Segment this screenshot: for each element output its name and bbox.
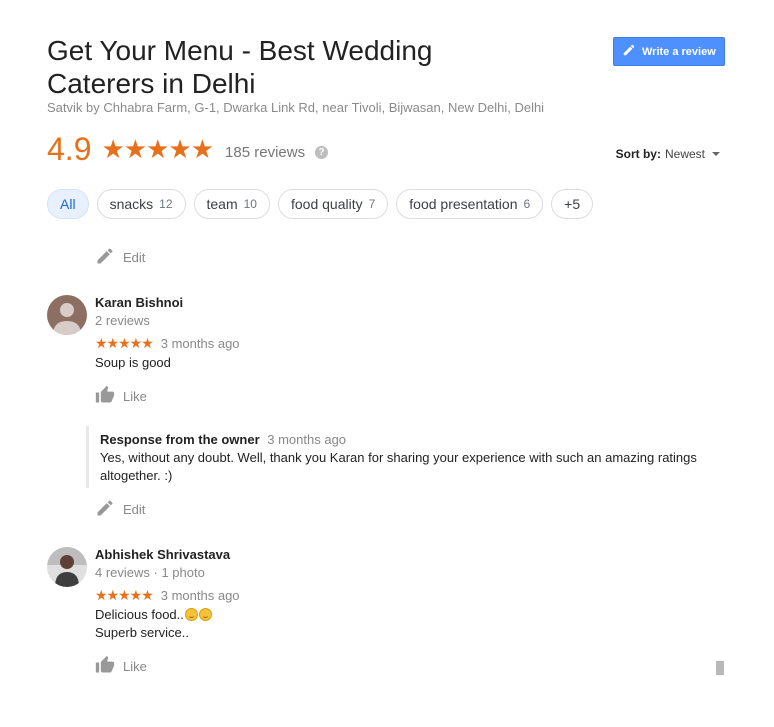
review-count[interactable]: 185 reviews: [225, 144, 305, 161]
place-address: Satvik by Chhabra Farm, G-1, Dwarka Link…: [47, 100, 545, 115]
sort-value: Newest: [664, 147, 705, 161]
edit-button[interactable]: Edit: [95, 246, 145, 269]
topic-chips: All snacks 12 team 10 food quality 7 foo…: [47, 189, 594, 219]
edit-label: Edit: [123, 250, 146, 265]
review-text: Delicious food.. Superb service..: [95, 606, 212, 642]
reviewer-name[interactable]: Karan Bishnoi: [95, 295, 183, 310]
smiley-icon: [198, 608, 212, 621]
reviewer-name[interactable]: Abhishek Shrivastava: [95, 547, 230, 562]
review-rating: ★★★★★ 3 months ago: [95, 587, 240, 604]
chip-all[interactable]: All: [47, 189, 89, 219]
review-stars: ★★★★★: [95, 587, 154, 603]
sort-label: Sort by:: [615, 147, 661, 161]
chip-food-presentation[interactable]: food presentation 6: [396, 189, 544, 219]
chip-label: All: [60, 196, 76, 212]
chip-label: food presentation: [409, 196, 518, 212]
like-label: Like: [123, 659, 147, 674]
review-text: Soup is good: [95, 355, 171, 370]
thumbs-up-icon: [95, 385, 115, 408]
review-rating: ★★★★★ 3 months ago: [95, 335, 240, 352]
owner-response-text: Yes, without any doubt. Well, thank you …: [100, 450, 697, 483]
chip-more[interactable]: +5: [551, 189, 594, 219]
review-text-line: Superb service..: [95, 625, 189, 640]
chip-count: 10: [243, 197, 257, 211]
review-time: 3 months ago: [160, 588, 240, 603]
pencil-icon: [95, 246, 115, 269]
chip-team[interactable]: team 10: [193, 189, 270, 219]
like-label: Like: [123, 389, 147, 404]
pencil-icon: [622, 43, 636, 60]
sort-dropdown[interactable]: Sort by: Newest: [616, 147, 720, 161]
write-review-label: Write a review: [642, 45, 716, 58]
review-text-line: Delicious food..: [95, 607, 184, 622]
chip-count: 7: [368, 197, 376, 211]
review-time: 3 months ago: [160, 336, 240, 351]
owner-response: Response from the owner 3 months ago Yes…: [86, 426, 716, 488]
chevron-down-icon: [712, 152, 720, 156]
like-button[interactable]: Like: [95, 655, 147, 678]
avatar[interactable]: [47, 547, 87, 587]
chip-label: snacks: [109, 196, 154, 212]
chip-snacks[interactable]: snacks 12: [96, 189, 186, 219]
chip-food-quality[interactable]: food quality 7: [277, 189, 389, 219]
avatar[interactable]: [47, 295, 87, 335]
edit-label: Edit: [123, 502, 146, 517]
chip-label: team: [206, 196, 238, 212]
place-title: Get Your Menu - Best Wedding Caterers in…: [47, 35, 433, 99]
chip-label: food quality: [290, 196, 363, 212]
rating-summary: 4.9 ★★★★★ 185 reviews ?: [47, 128, 329, 170]
like-button[interactable]: Like: [95, 385, 147, 408]
pencil-icon: [95, 498, 115, 521]
chip-count: 6: [523, 197, 531, 211]
review-stars: ★★★★★: [95, 335, 154, 351]
reviewer-meta: 2 reviews: [95, 313, 150, 328]
reviewer-meta: 4 reviews · 1 photo: [95, 565, 205, 580]
owner-response-time: 3 months ago: [267, 432, 347, 447]
rating-value: 4.9: [47, 130, 92, 167]
chip-count: 12: [159, 197, 173, 211]
edit-button[interactable]: Edit: [95, 498, 145, 521]
write-review-button[interactable]: Write a review: [613, 37, 725, 66]
thumbs-up-icon: [95, 655, 115, 678]
rating-stars: ★★★★★: [101, 133, 214, 164]
help-icon[interactable]: ?: [315, 145, 329, 159]
scrollbar-thumb[interactable]: [716, 661, 724, 675]
owner-response-label: Response from the owner: [100, 432, 260, 447]
chip-label: +5: [564, 196, 581, 212]
smiley-icon: [184, 608, 198, 621]
